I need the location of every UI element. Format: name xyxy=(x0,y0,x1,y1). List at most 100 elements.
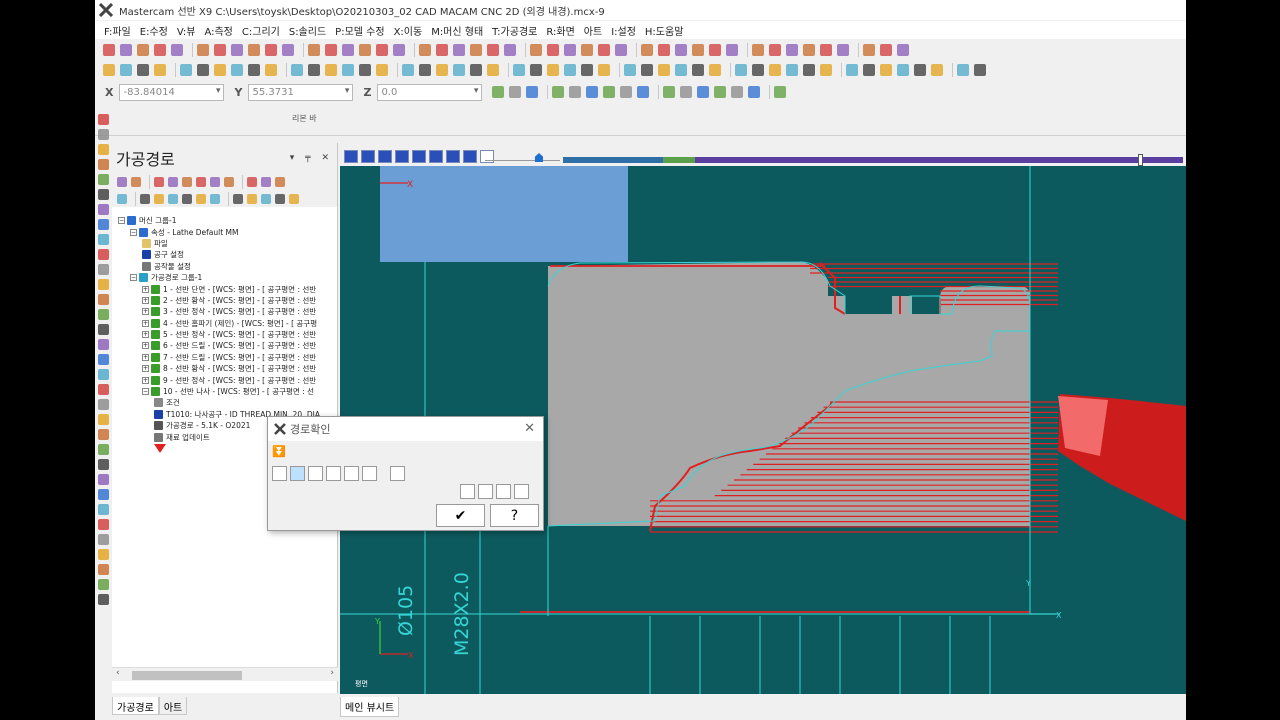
toolbar-button-icon[interactable] xyxy=(658,44,670,56)
tree-node[interactable]: − 머신 그룹-1 xyxy=(112,215,338,226)
toolbar-button-icon[interactable] xyxy=(265,44,277,56)
strip-tool-icon[interactable] xyxy=(98,234,109,245)
toolbar-button-icon[interactable] xyxy=(233,193,243,204)
toolbar-button-icon[interactable] xyxy=(914,64,926,76)
close-icon[interactable]: ✕ xyxy=(524,421,535,436)
toolbar-button-icon[interactable] xyxy=(530,44,542,56)
strip-tool-icon[interactable] xyxy=(98,594,109,605)
toolbar-button-icon[interactable] xyxy=(154,193,164,204)
toolbar-button-icon[interactable] xyxy=(103,44,115,56)
toolbar-button-icon[interactable] xyxy=(509,86,522,98)
menu-item-0[interactable]: F:파일 xyxy=(104,23,131,38)
toolbar-button-icon[interactable] xyxy=(547,64,559,76)
toolbar-button-icon[interactable] xyxy=(214,64,226,76)
tree-node[interactable]: − 속성 - Lathe Default MM xyxy=(112,226,338,237)
collapse-icon[interactable]: − xyxy=(130,228,137,236)
toolbar-button-icon[interactable] xyxy=(774,86,787,98)
toolbar-button-icon[interactable] xyxy=(552,86,565,98)
toolbar-button-icon[interactable] xyxy=(182,176,192,187)
scroll-left-icon[interactable]: ‹ xyxy=(116,668,120,678)
y-coord-input[interactable]: 55.3731 xyxy=(248,83,354,101)
toolbar-button-icon[interactable] xyxy=(171,44,183,56)
toolbar-button-icon[interactable] xyxy=(692,44,704,56)
toolbar-button-icon[interactable] xyxy=(487,44,499,56)
speed-slider[interactable] xyxy=(485,151,560,163)
toolbar-button-icon[interactable] xyxy=(140,193,150,204)
toolbar-button-icon[interactable] xyxy=(359,44,371,56)
strip-tool-icon[interactable] xyxy=(98,399,109,410)
toolpath-display-button[interactable] xyxy=(463,150,477,163)
expand-icon[interactable]: + xyxy=(142,353,149,361)
toolbar-button-icon[interactable] xyxy=(709,44,721,56)
menu-item-7[interactable]: X:이동 xyxy=(394,23,423,38)
expand-icon[interactable]: + xyxy=(142,376,149,384)
toolbar-button-icon[interactable] xyxy=(786,44,798,56)
menu-item-9[interactable]: T:가공경로 xyxy=(492,23,537,38)
toolbar-button-icon[interactable] xyxy=(359,64,371,76)
toolbar-button-icon[interactable] xyxy=(224,176,234,187)
toolbar-button-icon[interactable] xyxy=(803,44,815,56)
strip-tool-icon[interactable] xyxy=(98,369,109,380)
toolbar-button-icon[interactable] xyxy=(137,44,149,56)
toolbar-button-icon[interactable] xyxy=(308,44,320,56)
strip-tool-icon[interactable] xyxy=(98,354,109,365)
tree-node[interactable]: +5 - 선반 정삭 - [WCS: 평면] - [ 공구평면 : 선반 xyxy=(112,329,338,340)
strip-tool-icon[interactable] xyxy=(98,429,109,440)
toolbar-button-icon[interactable] xyxy=(154,176,164,187)
ok-button[interactable]: ✔ xyxy=(436,504,485,527)
toolbar-button-icon[interactable] xyxy=(598,44,610,56)
toolbar-button-icon[interactable] xyxy=(231,64,243,76)
strip-tool-icon[interactable] xyxy=(98,444,109,455)
tab-art[interactable]: 아트 xyxy=(158,697,188,715)
toolbar-button-icon[interactable] xyxy=(436,64,448,76)
toolbar-button-icon[interactable] xyxy=(265,64,277,76)
toolbar-button-icon[interactable] xyxy=(564,44,576,56)
strip-tool-icon[interactable] xyxy=(98,339,109,350)
tree-node[interactable]: +8 - 선반 황삭 - [WCS: 평면] - [ 공구평면 : 선반 xyxy=(112,363,338,374)
toolbar-button-icon[interactable] xyxy=(837,44,849,56)
toolbar-button-icon[interactable] xyxy=(897,64,909,76)
toolbar-button-icon[interactable] xyxy=(769,44,781,56)
toolbar-button-icon[interactable] xyxy=(641,64,653,76)
toolbar-button-icon[interactable] xyxy=(376,44,388,56)
screenshot-icon[interactable] xyxy=(496,484,511,499)
toolbar-button-icon[interactable] xyxy=(957,64,969,76)
strip-tool-icon[interactable] xyxy=(98,519,109,530)
strip-tool-icon[interactable] xyxy=(98,504,109,515)
toolbar-button-icon[interactable] xyxy=(731,86,744,98)
toolbar-button-icon[interactable] xyxy=(863,44,875,56)
tree-node[interactable]: − 가공경로 그룹-1 xyxy=(112,272,338,283)
toolbar-button-icon[interactable] xyxy=(197,64,209,76)
toolbar-button-icon[interactable] xyxy=(291,64,303,76)
expand-icon[interactable]: + xyxy=(142,331,149,339)
save-icon[interactable] xyxy=(514,484,529,499)
toolbar-button-icon[interactable] xyxy=(880,44,892,56)
toolbar-button-icon[interactable] xyxy=(603,86,616,98)
toolbar-button-icon[interactable] xyxy=(769,64,781,76)
toolbar-button-icon[interactable] xyxy=(675,64,687,76)
toolbar-button-icon[interactable] xyxy=(197,44,209,56)
toolbar-button-icon[interactable] xyxy=(880,64,892,76)
strip-tool-icon[interactable] xyxy=(98,309,109,320)
toolbar-button-icon[interactable] xyxy=(419,64,431,76)
toolbar-button-icon[interactable] xyxy=(714,86,727,98)
toolbar-button-icon[interactable] xyxy=(581,44,593,56)
tab-main-viewsheet[interactable]: 메인 뷰시트 xyxy=(340,697,400,717)
toolbar-button-icon[interactable] xyxy=(748,86,761,98)
toolbar-button-icon[interactable] xyxy=(504,44,516,56)
toolbar-button-icon[interactable] xyxy=(248,64,260,76)
rapid-toggle-icon[interactable] xyxy=(326,466,341,481)
expand-icon[interactable]: + xyxy=(142,296,149,304)
x-coord-input[interactable]: -83.84014 xyxy=(119,83,225,101)
tree-node[interactable]: − 10 - 선반 나사 - [WCS: 평면] - [ 공구평면 : 선 xyxy=(112,386,338,397)
toolbar-button-icon[interactable] xyxy=(697,86,710,98)
menu-item-6[interactable]: P:모델 수정 xyxy=(335,23,384,38)
toolbar-button-icon[interactable] xyxy=(231,44,243,56)
toolbar-button-icon[interactable] xyxy=(275,176,285,187)
toolbar-button-icon[interactable] xyxy=(247,176,257,187)
toolbar-button-icon[interactable] xyxy=(168,193,178,204)
toolbar-button-icon[interactable] xyxy=(120,44,132,56)
menu-item-4[interactable]: C:그리기 xyxy=(242,23,280,38)
backplot-progress[interactable] xyxy=(563,154,1183,166)
toolbar-button-icon[interactable] xyxy=(196,176,206,187)
